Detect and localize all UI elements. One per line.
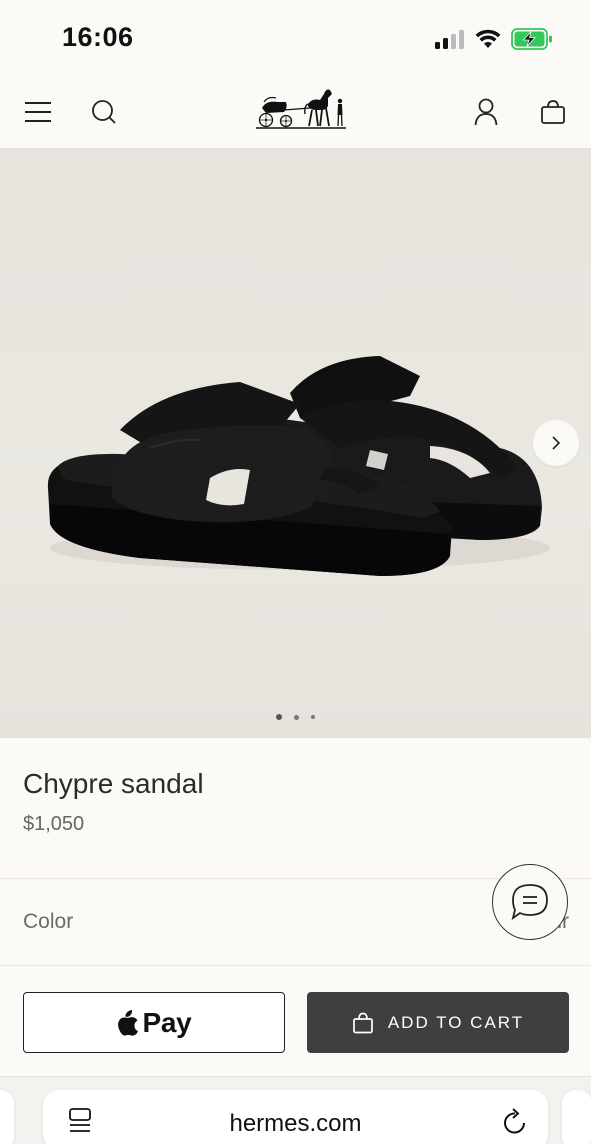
product-price: $1,050 bbox=[23, 813, 85, 835]
next-tab-preview[interactable] bbox=[562, 1090, 591, 1144]
menu-button[interactable] bbox=[18, 92, 58, 132]
status-time: 16:06 bbox=[62, 22, 134, 52]
battery-charging-icon bbox=[511, 28, 552, 50]
wifi-icon bbox=[475, 29, 501, 48]
pagination-dot[interactable] bbox=[311, 715, 315, 719]
url-text: hermes.com bbox=[229, 1110, 362, 1137]
color-label: Color bbox=[23, 910, 74, 933]
shopping-bag-icon bbox=[352, 1012, 373, 1033]
apple-pay-label: Pay bbox=[142, 1006, 192, 1038]
pagination-dot[interactable] bbox=[294, 714, 299, 720]
product-title: Chypre sandal bbox=[23, 768, 204, 799]
chevron-right-icon bbox=[552, 436, 561, 450]
address-bar[interactable]: hermes.com bbox=[43, 1090, 548, 1144]
hermes-carriage-logo bbox=[256, 89, 346, 129]
status-icons bbox=[435, 26, 553, 52]
add-to-cart-label: ADD TO CART bbox=[387, 1012, 525, 1032]
status-bar: 16:06 bbox=[0, 0, 591, 76]
apple-pay-button[interactable]: Pay bbox=[23, 992, 285, 1053]
divider bbox=[0, 965, 591, 966]
gallery-pagination bbox=[0, 714, 591, 720]
previous-tab-preview[interactable] bbox=[0, 1090, 14, 1144]
cart-button[interactable] bbox=[533, 92, 573, 132]
browser-toolbar: hermes.com bbox=[0, 1076, 591, 1144]
reload-icon[interactable] bbox=[502, 1108, 528, 1136]
hermes-logo[interactable] bbox=[252, 82, 350, 134]
signal-icon bbox=[435, 30, 464, 49]
pagination-dot-active[interactable] bbox=[276, 714, 282, 720]
apple-icon bbox=[117, 1009, 138, 1036]
chat-bubble-icon bbox=[511, 884, 548, 921]
search-icon bbox=[92, 100, 116, 124]
menu-icon bbox=[25, 102, 51, 122]
shopping-bag-icon bbox=[541, 100, 565, 124]
product-image bbox=[47, 356, 550, 576]
add-to-cart-button[interactable]: ADD TO CART bbox=[307, 992, 569, 1053]
next-image-button[interactable] bbox=[533, 420, 579, 466]
chat-button[interactable] bbox=[492, 864, 568, 940]
site-header bbox=[0, 76, 591, 148]
account-icon bbox=[474, 98, 498, 126]
product-image-gallery[interactable] bbox=[0, 148, 591, 738]
account-button[interactable] bbox=[466, 92, 506, 132]
search-button[interactable] bbox=[84, 92, 124, 132]
